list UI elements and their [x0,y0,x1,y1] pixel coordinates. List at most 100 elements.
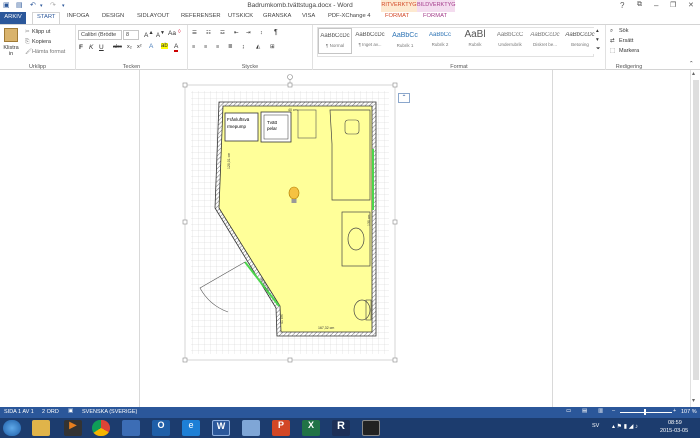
select-icon[interactable]: ⬚ [610,48,615,54]
resize-handle-se[interactable] [392,357,398,363]
remote-taskbar-icon[interactable] [122,420,140,436]
page-count[interactable]: SIDA 1 AV 1 [4,409,34,415]
highlight-icon[interactable]: ab [161,43,168,49]
superscript-icon[interactable]: x² [137,44,142,50]
layout-options-button[interactable]: ⌃ [398,93,410,103]
align-left-icon[interactable]: ≡ [192,44,195,50]
vertical-scrollbar[interactable]: ▴ ▾ [690,70,700,407]
styles-more-icon[interactable]: ⏷ [596,46,600,53]
italic-icon[interactable]: K [89,44,93,51]
select-button[interactable]: Markera [619,48,639,54]
explorer-taskbar-icon[interactable] [32,420,50,436]
styles-scroll-up-icon[interactable]: ▴ [596,28,599,34]
format-painter-button[interactable]: Hämta format [32,49,65,55]
numbering-icon[interactable]: ☷ [206,30,211,36]
tab-start[interactable]: START [32,12,61,24]
style-heading-2[interactable]: AaBbCc Rubrik 2 [423,28,457,54]
grow-font-icon[interactable]: A▲ [144,30,154,39]
zoom-level[interactable]: 107 % [681,409,697,415]
text-effects-icon[interactable]: A [149,43,153,50]
resize-handle-sw[interactable] [182,357,188,363]
format-painter-icon[interactable]: 🖌 [25,49,32,55]
tray-icons[interactable]: ▴ ⚑ ▮ ◢ ♪ [612,423,638,430]
tab-pdf-xchange[interactable]: PDF-XChange 4 [328,13,371,19]
cut-icon[interactable]: ✂ [25,29,30,35]
tab-view[interactable]: VISA [302,13,315,19]
clear-formatting-icon[interactable]: ◊ [178,29,181,35]
chrome-taskbar-icon[interactable] [92,420,110,436]
multilevel-list-icon[interactable]: ☲ [220,30,225,36]
minimize-button[interactable]: – [654,1,658,10]
bold-icon[interactable]: F [79,44,83,51]
styles-scroll-down-icon[interactable]: ▾ [596,37,599,43]
copy-icon[interactable]: ⎘ [25,39,29,46]
tab-insert[interactable]: INFOGA [67,13,89,19]
style-title[interactable]: AaBl Rubrik [458,28,492,54]
media-player-taskbar-icon[interactable]: ▶ [64,420,82,436]
resize-handle-w[interactable] [182,219,188,225]
decrease-indent-icon[interactable]: ⇤ [234,30,239,36]
font-name-combobox[interactable]: Calibri (Brödte [78,30,122,40]
tab-design[interactable]: DESIGN [102,13,124,19]
paste-button[interactable]: Klistra in [2,45,20,57]
resize-handle-ne[interactable] [392,82,398,88]
style-emphasis[interactable]: AaBbCcDc Betoning [563,28,597,54]
replace-button[interactable]: Ersätt [619,38,633,44]
tab-references[interactable]: REFERENSER [181,13,221,19]
bullets-icon[interactable]: ☰ [192,30,197,36]
align-right-icon[interactable]: ≡ [216,44,219,50]
align-center-icon[interactable]: ≡ [204,44,207,50]
web-layout-icon[interactable]: ▥ [598,408,603,414]
increase-indent-icon[interactable]: ⇥ [246,30,251,36]
style-no-spacing[interactable]: AaBbCcDc ¶ Inget av... [353,28,387,54]
zoom-slider-thumb[interactable] [644,409,646,415]
style-subtle-emphasis[interactable]: AaBbCcDc Diskret be... [528,28,562,54]
borders-icon[interactable]: ⊞ [270,44,275,50]
cut-button[interactable]: Klipp ut [32,29,50,35]
rotate-handle[interactable] [287,74,293,80]
scroll-up-icon[interactable]: ▴ [692,70,695,77]
sort-icon[interactable]: ↕ [260,30,263,36]
tab-review[interactable]: GRANSKA [263,13,291,19]
zoom-slider[interactable] [620,412,672,413]
proofing-icon[interactable]: ▣ [68,408,73,414]
powerpoint-taskbar-icon[interactable]: P [272,420,290,436]
ribbon-display-options-button[interactable]: ⧉ [637,1,642,9]
excel-taskbar-icon[interactable]: X [302,420,320,436]
floorplan-image[interactable]: Frånluftsvä rmepump Tvätt pelar 40 cm 12… [180,74,406,366]
zoom-in-icon[interactable]: + [673,408,676,414]
strikethrough-icon[interactable]: abc [113,44,122,50]
underline-icon[interactable]: U [99,44,104,51]
paste-icon[interactable] [4,28,18,42]
app-taskbar-icon[interactable] [362,420,380,436]
find-button[interactable]: Sök [619,28,628,34]
ie-taskbar-icon[interactable]: e [182,420,200,436]
font-size-combobox[interactable]: 8 [123,30,139,40]
input-language[interactable]: SV [592,423,599,429]
resize-handle-n[interactable] [287,82,293,88]
print-layout-icon[interactable]: ▤ [582,408,587,414]
collapse-ribbon-icon[interactable]: ⌃ [689,61,694,67]
style-heading-1[interactable]: AaBbCc Rubrik 1 [388,28,422,54]
tab-layout[interactable]: SIDLAYOUT [137,13,169,19]
help-button[interactable]: ? [620,1,624,10]
tab-file[interactable]: ARKIV [0,12,26,24]
replace-icon[interactable]: ⇄ [610,38,615,44]
read-mode-icon[interactable]: ▭ [566,408,571,414]
maximize-button[interactable]: ❐ [670,1,676,9]
justify-icon[interactable]: ≣ [228,44,233,50]
change-case-icon[interactable]: Aa [168,30,176,37]
line-spacing-icon[interactable]: ↨ [242,44,245,50]
language-indicator[interactable]: SVENSKA (SVERIGE) [82,409,137,415]
outlook-taskbar-icon[interactable]: O [152,420,170,436]
tab-mailings[interactable]: UTSKICK [228,13,253,19]
find-icon[interactable]: ⌕ [610,28,613,35]
shrink-font-icon[interactable]: A▼ [156,30,165,39]
resize-handle-e[interactable] [392,219,398,225]
tab-format-picture[interactable]: FORMAT [423,13,447,19]
copy-button[interactable]: Kopiera [32,39,51,45]
style-normal[interactable]: AaBbCcDc ¶ Normal [318,28,352,54]
subscript-icon[interactable]: x₂ [127,44,132,50]
zoom-out-icon[interactable]: – [612,408,615,414]
scroll-thumb[interactable] [693,80,699,380]
